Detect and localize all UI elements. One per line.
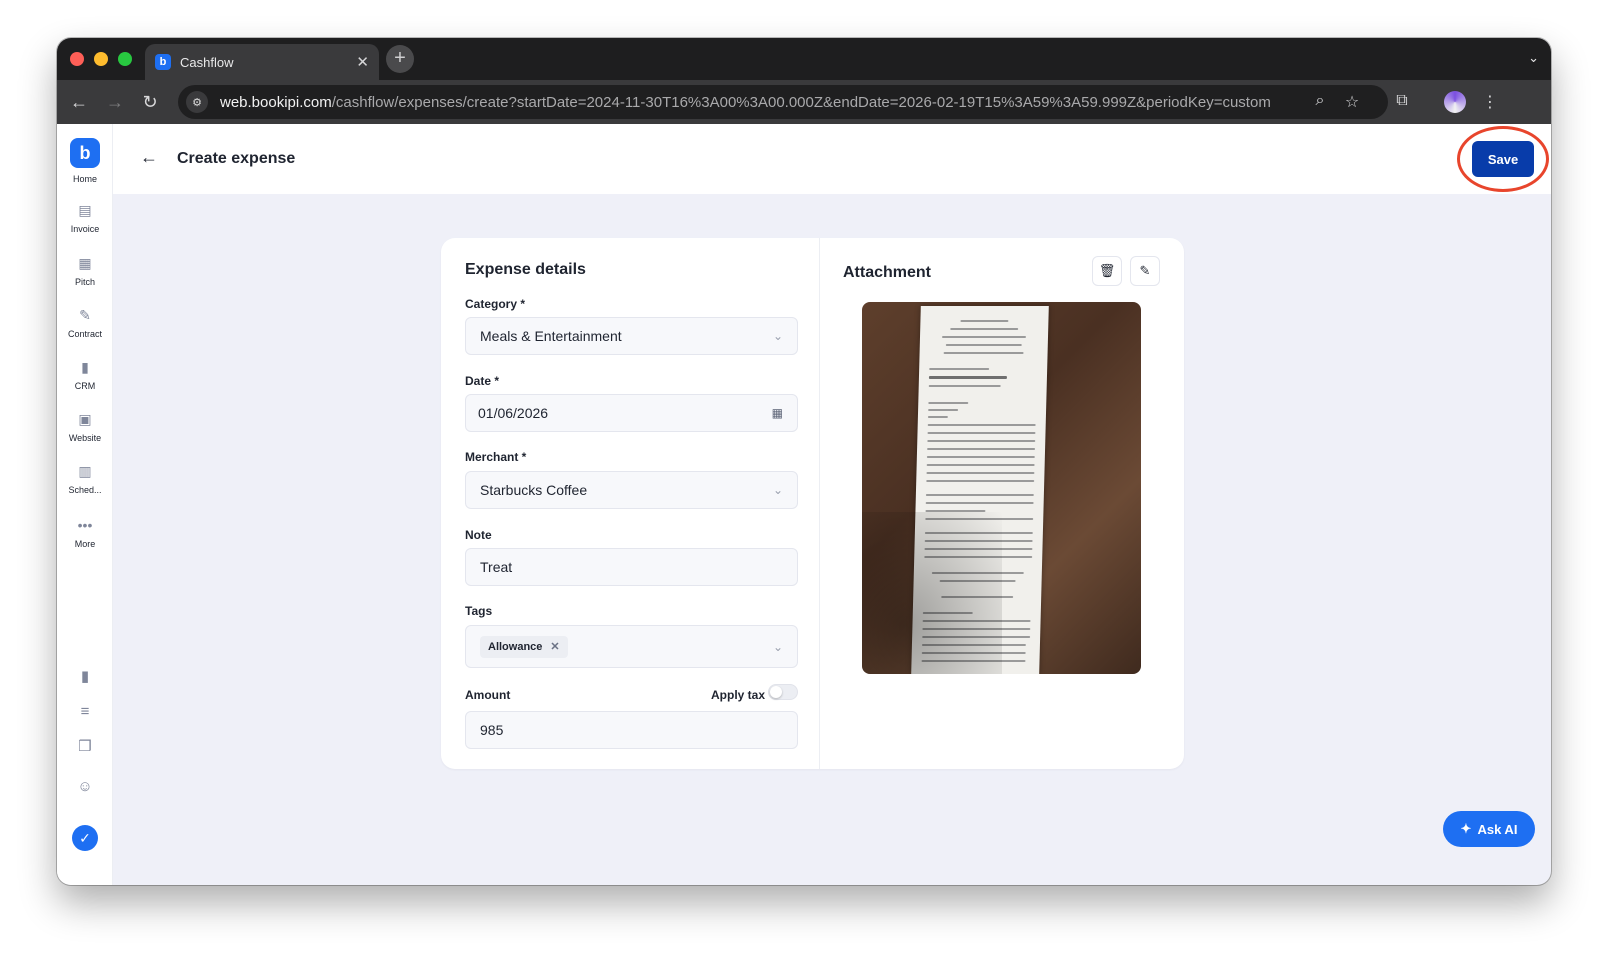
tags-select[interactable]: Allowance ✕ ⌄ [465, 625, 798, 668]
browser-toolbar: ← → ↻ ⚙ web.bookipi.com/cashflow/expense… [57, 80, 1551, 124]
amount-value: 985 [480, 722, 504, 738]
amount-input[interactable]: 985 [465, 711, 798, 749]
browser-tab-cashflow[interactable]: b Cashflow ✕ [145, 44, 379, 80]
calendar-icon[interactable]: ▦ [772, 406, 783, 420]
tags-label: Tags [465, 604, 493, 618]
close-tab-icon[interactable]: ✕ [356, 53, 369, 71]
trash-icon: 🗑 [1098, 263, 1116, 278]
edit-attachment-button[interactable]: ✎ [1130, 256, 1160, 286]
invoice-icon: ▤ [78, 202, 92, 218]
page-title: Create expense [177, 150, 296, 167]
merchant-label: Merchant * [465, 450, 527, 464]
support-chat-icon[interactable]: ☺ [76, 778, 94, 796]
apply-tax-toggle[interactable] [768, 684, 798, 700]
attachment-title: Attachment [843, 264, 932, 281]
note-label: Note [465, 528, 492, 542]
amount-label: Amount [465, 688, 511, 702]
pitch-icon: ▦ [78, 255, 92, 271]
delete-attachment-button[interactable]: 🗑 [1092, 256, 1122, 286]
note-value: Treat [480, 559, 513, 575]
app-area: b Home ▤ Invoice ▦ Pitch ✎ Contract ▮ CR… [57, 124, 1551, 885]
date-label: Date * [465, 374, 500, 388]
page-header: ← Create expense Save [113, 124, 1551, 194]
expense-details-title: Expense details [465, 261, 586, 278]
sidebar-item-schedule[interactable]: ▥ Sched... [57, 463, 113, 495]
bookipi-heart-logo-icon[interactable]: ✓ [72, 825, 98, 851]
browser-menu-icon[interactable]: ⋮ [1479, 92, 1501, 112]
sidebar-item-more[interactable]: ••• More [57, 517, 113, 549]
website-icon: ▣ [78, 411, 92, 427]
new-tab-button[interactable]: + [386, 45, 414, 73]
merchant-value: Starbucks Coffee [480, 482, 588, 498]
sidebar: b Home ▤ Invoice ▦ Pitch ✎ Contract ▮ CR… [57, 124, 113, 885]
maximize-window-button[interactable] [118, 52, 132, 66]
gift-icon[interactable]: ❒ [76, 738, 94, 756]
save-button[interactable]: Save [1472, 141, 1534, 177]
sidebar-item-crm[interactable]: ▮ CRM [57, 359, 113, 391]
pencil-icon: ✎ [1139, 263, 1151, 278]
category-value: Meals & Entertainment [480, 328, 622, 344]
tag-chip: Allowance ✕ [480, 635, 568, 658]
more-icon: ••• [77, 517, 93, 533]
sidebar-item-pitch[interactable]: ▦ Pitch [57, 255, 113, 287]
sidebar-item-home[interactable]: b Home [57, 138, 113, 184]
bookipi-logo-icon: b [70, 138, 100, 168]
tags-chip-list: Allowance ✕ [480, 635, 773, 658]
profile-avatar-icon[interactable] [1444, 91, 1466, 113]
merchant-select[interactable]: Starbucks Coffee ⌄ [465, 471, 798, 509]
address-bar[interactable]: ⚙ web.bookipi.com/cashflow/expenses/crea… [178, 85, 1388, 119]
category-select[interactable]: Meals & Entertainment ⌄ [465, 317, 798, 355]
expense-card: Expense details Category * Meals & Enter… [441, 238, 1184, 769]
date-field[interactable]: 01/06/2026 ▦ [465, 394, 798, 432]
reload-icon[interactable]: ↻ [138, 90, 162, 114]
sidebar-item-website[interactable]: ▣ Website [57, 411, 113, 443]
close-window-button[interactable] [70, 52, 84, 66]
schedule-icon: ▥ [78, 463, 92, 479]
card-divider [819, 238, 820, 769]
category-label: Category * [465, 297, 526, 311]
tab-strip: b Cashflow ✕ + ⌄ [57, 38, 1551, 80]
forward-nav-icon[interactable]: → [103, 90, 127, 114]
apply-tax-label: Apply tax [711, 688, 766, 702]
sidebar-item-contract[interactable]: ✎ Contract [57, 307, 113, 339]
zoom-icon[interactable]: ⌕ [1309, 92, 1331, 110]
minimize-window-button[interactable] [94, 52, 108, 66]
browser-window: b Cashflow ✕ + ⌄ ← → ↻ ⚙ web.bookipi.com… [57, 38, 1551, 885]
note-input[interactable]: Treat [465, 548, 798, 586]
bookipi-favicon-icon: b [155, 54, 171, 70]
ask-ai-button[interactable]: ✦ Ask AI [1443, 811, 1535, 847]
back-arrow-icon[interactable]: ← [140, 147, 158, 168]
receipt-image[interactable] [862, 302, 1141, 674]
chevron-down-icon: ⌄ [772, 639, 783, 654]
bookmark-star-icon[interactable]: ☆ [1341, 92, 1363, 112]
date-value: 01/06/2026 [478, 405, 549, 421]
remove-tag-icon[interactable]: ✕ [550, 640, 559, 653]
url-text: web.bookipi.com/cashflow/expenses/create… [220, 93, 1271, 111]
stack-icon[interactable]: ≡ [76, 703, 94, 721]
contract-icon: ✎ [79, 307, 91, 323]
tab-title: Cashflow [180, 54, 234, 70]
reports-chart-icon[interactable]: ▮ [76, 668, 94, 686]
back-nav-icon[interactable]: ← [67, 90, 91, 114]
site-settings-icon[interactable]: ⚙ [186, 91, 208, 113]
chevron-down-icon: ⌄ [772, 329, 783, 343]
tab-search-chevron-icon[interactable]: ⌄ [1528, 50, 1539, 66]
extensions-icon[interactable]: ⧉ [1391, 92, 1413, 110]
sparkle-icon: ✦ [1460, 821, 1472, 836]
sidebar-item-invoice[interactable]: ▤ Invoice [57, 202, 113, 234]
crm-icon: ▮ [81, 359, 89, 375]
photo-shadow [862, 512, 1002, 674]
chevron-down-icon: ⌄ [772, 483, 783, 497]
